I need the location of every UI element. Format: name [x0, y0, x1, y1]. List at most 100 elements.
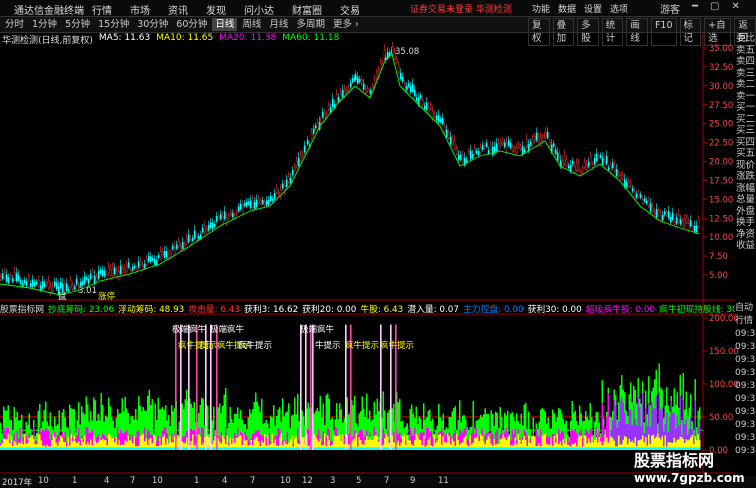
indicator-bar [165, 447, 167, 450]
indicator-bar [447, 447, 449, 450]
sidebar-item-11[interactable]: 现价 [736, 160, 755, 172]
spike-bar [175, 324, 177, 450]
candle [113, 267, 116, 275]
indicator-bar [588, 447, 590, 450]
indicator-bar [90, 447, 92, 450]
price-label-6: 20.00 [709, 158, 733, 168]
sidebar-item-12[interactable]: 涨跌 [736, 171, 755, 183]
indicator-bar [136, 447, 138, 450]
candle [459, 154, 462, 160]
indicator-bar [183, 447, 185, 450]
candle [403, 84, 406, 90]
sidebar-item-9[interactable]: 买四 [736, 137, 755, 149]
sidebar-item-7[interactable]: 买二 [736, 114, 755, 126]
candle [229, 212, 232, 215]
indicator-bar [237, 447, 239, 450]
indicator-bar [451, 447, 453, 450]
sidebar-item-6[interactable]: 买一 [736, 102, 755, 114]
indicator-bar [255, 447, 257, 450]
candle [321, 111, 324, 118]
sidebar-item-8[interactable]: 买三 [736, 125, 755, 137]
candle [511, 147, 514, 152]
indicator-bar [16, 447, 18, 450]
indicator-bar [240, 447, 242, 450]
indicator-bar [499, 447, 501, 450]
candle [364, 88, 367, 94]
price-label-11: 7.50 [709, 252, 728, 262]
indicator-bar [387, 447, 389, 450]
candle [467, 150, 470, 154]
indicator-bar [276, 447, 278, 450]
candle [9, 275, 12, 279]
candle [437, 114, 440, 123]
sidebar-item-4[interactable]: 卖二 [736, 79, 755, 91]
candle [29, 283, 32, 287]
indicator-bar [256, 447, 258, 450]
sidebar-item-13[interactable]: 涨幅 [736, 183, 755, 195]
indicator-bar [486, 447, 488, 450]
price-label-0: 35.00 [709, 44, 733, 54]
indicator-bar [418, 447, 420, 450]
indicator-bar [591, 447, 593, 450]
indicator-bar [415, 447, 417, 450]
indicator-bar [295, 447, 297, 450]
candle [319, 120, 322, 123]
indicator-bar [366, 447, 368, 450]
indicator-bar [445, 447, 447, 450]
indicator-bar [103, 447, 105, 450]
indicator-bar [48, 447, 50, 450]
indicator-bar [604, 447, 606, 450]
indicator-bar [586, 447, 588, 450]
indicator-bar [606, 447, 608, 450]
sidebar-item-16[interactable]: 换手 [736, 217, 755, 229]
candle [449, 136, 452, 145]
sidebar-item-10[interactable]: 买五 [736, 148, 755, 160]
candle [259, 200, 262, 204]
sidebar-item-18[interactable]: 收益 [736, 240, 755, 252]
indicator-bar [433, 447, 435, 450]
indicator-bar [261, 447, 263, 450]
indicator-bar [93, 447, 95, 450]
candle [691, 226, 694, 230]
indicator-bar [46, 447, 48, 450]
indicator-bar [628, 447, 630, 450]
sidebar-item-15[interactable]: 外盘 [736, 206, 755, 218]
candle [595, 153, 598, 161]
candlestick-chart[interactable]: 35.0032.5030.0027.5025.0022.5020.0017.50… [0, 0, 756, 487]
candle [273, 193, 276, 199]
sidebar-item-2[interactable]: 卖四 [736, 56, 755, 68]
candle [177, 241, 180, 248]
candle [217, 215, 220, 219]
candle [349, 82, 352, 88]
candle [31, 279, 34, 287]
indicator-bar [507, 447, 509, 450]
indicator-bar [558, 447, 560, 450]
indicator-bar [291, 447, 293, 450]
candle [585, 164, 588, 170]
sidebar-item-5[interactable]: 卖一 [736, 91, 755, 103]
sidebar-item-3[interactable]: 卖三 [736, 68, 755, 80]
candle [17, 275, 20, 281]
indicator-bar [177, 447, 179, 450]
candle [125, 265, 128, 272]
indicator-bar [496, 447, 498, 450]
candle [613, 164, 616, 172]
candle [379, 63, 382, 70]
candles [0, 41, 700, 297]
sidebar-item-0[interactable]: 委比 [736, 33, 755, 45]
indicator-bar [75, 447, 77, 450]
indicator-bar [402, 447, 404, 450]
candle [179, 246, 182, 251]
candle [537, 136, 540, 142]
sidebar-item-1[interactable]: 卖五 [736, 45, 755, 57]
indicator-bar [283, 447, 285, 450]
candle [195, 235, 198, 241]
candle [501, 140, 504, 145]
candle [479, 147, 482, 154]
sidebar-item-14[interactable]: 总量 [736, 194, 755, 206]
indicator-bar [160, 447, 162, 450]
candle [597, 155, 600, 159]
price-label-8: 15.00 [709, 195, 733, 205]
sidebar-item-17[interactable]: 净资 [736, 229, 755, 241]
indicator-bar [45, 447, 47, 450]
